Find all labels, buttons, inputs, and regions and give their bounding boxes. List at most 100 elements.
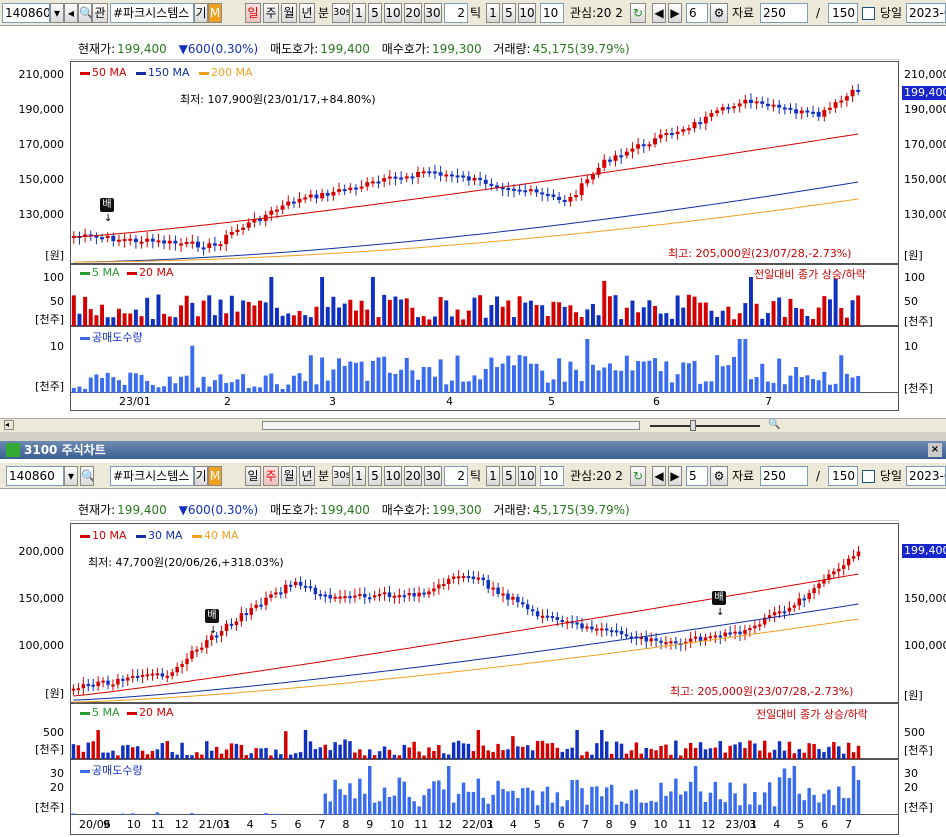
limit-input[interactable]: 150 [828,466,858,486]
tick-input[interactable]: 2 [444,466,468,486]
min-5-button[interactable]: 5 [368,3,382,23]
min-10-button[interactable]: 10 [384,3,402,23]
bar [71,295,76,327]
zoom-handle[interactable] [690,420,696,431]
next-icon[interactable]: ▶ [668,466,682,486]
horizontal-scrollbar[interactable]: ◂ 🔍 [0,418,946,432]
volume-label: 거래량: [493,503,531,517]
gi-button[interactable]: 기 [194,466,208,486]
candle [432,588,436,592]
m-button[interactable]: M [208,466,222,486]
candle [590,174,595,180]
stock-code-input[interactable]: 140860 [6,466,64,486]
prev-icon[interactable]: ◀ [652,3,666,23]
bar [817,802,821,816]
today-checkbox[interactable] [862,470,875,483]
next-icon[interactable]: ▶ [668,3,682,23]
window-close-icon[interactable]: × [928,443,942,457]
tick-custom-input[interactable]: 10 [540,466,564,486]
min-5-button[interactable]: 5 [368,466,382,486]
code-search-button[interactable]: ◂ [64,3,78,23]
bottom-price-chart[interactable] [70,523,899,703]
period-30s-button[interactable]: 30s [332,466,350,486]
min-10-button[interactable]: 10 [384,466,402,486]
period-year-button[interactable]: 년 [299,3,315,23]
count-input[interactable]: 6 [686,3,708,23]
min-20-button[interactable]: 20 [404,3,422,23]
zoom-icon[interactable]: 🔍 [768,419,780,430]
min-30-button[interactable]: 30 [424,3,442,23]
bar [580,788,584,816]
period-year-button[interactable]: 년 [299,466,315,486]
period-week-button[interactable]: 주 [263,466,279,486]
chart-type-button[interactable]: 관 [92,3,108,23]
tick-5-button[interactable]: 5 [502,466,516,486]
bar [698,742,703,760]
period-day-button[interactable]: 일 [245,466,261,486]
top-short-chart[interactable] [70,326,899,394]
tick-1-button[interactable]: 1 [486,466,500,486]
code-dropdown-button[interactable]: ▾ [64,466,78,486]
bar [241,374,246,394]
tick-custom-input[interactable]: 10 [540,3,564,23]
m-button[interactable]: M [208,3,222,23]
candle [376,181,381,184]
scroll-track[interactable] [262,421,640,430]
bar [410,370,415,394]
min-20-button[interactable]: 20 [404,466,422,486]
settings-icon[interactable]: ⚙ [710,466,728,486]
tick-10-button[interactable]: 10 [518,466,536,486]
bar [624,355,629,394]
min-1-button[interactable]: 1 [352,466,366,486]
limit-input[interactable]: 150 [828,3,858,23]
candle [320,192,325,199]
bar [523,302,528,327]
bar [444,300,449,327]
min-1-button[interactable]: 1 [352,3,366,23]
bar [337,307,342,327]
min-30-button[interactable]: 30 [424,466,442,486]
date-input[interactable]: 2023-0 [906,3,946,23]
bar [675,374,680,394]
settings-icon[interactable]: ⚙ [710,3,728,23]
tick-5-button[interactable]: 5 [502,3,516,23]
data-count-select[interactable]: 250 [760,466,808,486]
candle [180,664,184,667]
date-input[interactable]: 2023-0 [906,466,946,486]
code-dropdown-button[interactable]: ▾ [50,3,64,23]
marker-arrow-icon: ↓ [104,213,113,224]
data-count-select[interactable]: 250 [760,3,808,23]
period-month-button[interactable]: 월 [281,466,297,486]
search-icon[interactable]: 🔍 [78,3,92,23]
period-30s-button[interactable]: 30s [332,3,350,23]
candle [489,183,494,186]
today-checkbox[interactable] [862,7,875,20]
top-ma-legend: 50 MA 150 MA 200 MA [80,66,253,79]
period-week-button[interactable]: 주 [263,3,279,23]
bar [156,294,161,327]
bar [850,377,855,394]
candle [165,675,170,678]
x-tick: 5 [533,818,541,831]
count-input[interactable]: 5 [686,466,708,486]
bar [489,357,494,394]
bottom-short-chart[interactable] [70,759,899,816]
candle [551,194,556,197]
bar [506,355,511,394]
stock-code-input[interactable]: 140860 [2,3,50,23]
period-month-button[interactable]: 월 [281,3,297,23]
tick-10-button[interactable]: 10 [518,3,536,23]
refresh-icon[interactable]: ↻ [630,3,646,23]
search-icon[interactable]: 🔍 [80,466,94,486]
bar [787,778,792,816]
tick-input[interactable]: 2 [444,3,468,23]
bar [595,786,599,816]
gi-button[interactable]: 기 [194,3,208,23]
scroll-left-icon[interactable]: ◂ [4,420,14,430]
period-day-button[interactable]: 일 [245,3,261,23]
bar [392,795,397,816]
zoom-slider[interactable] [650,425,760,427]
refresh-icon[interactable]: ↻ [630,466,646,486]
prev-icon[interactable]: ◀ [652,466,666,486]
tick-1-button[interactable]: 1 [486,3,500,23]
